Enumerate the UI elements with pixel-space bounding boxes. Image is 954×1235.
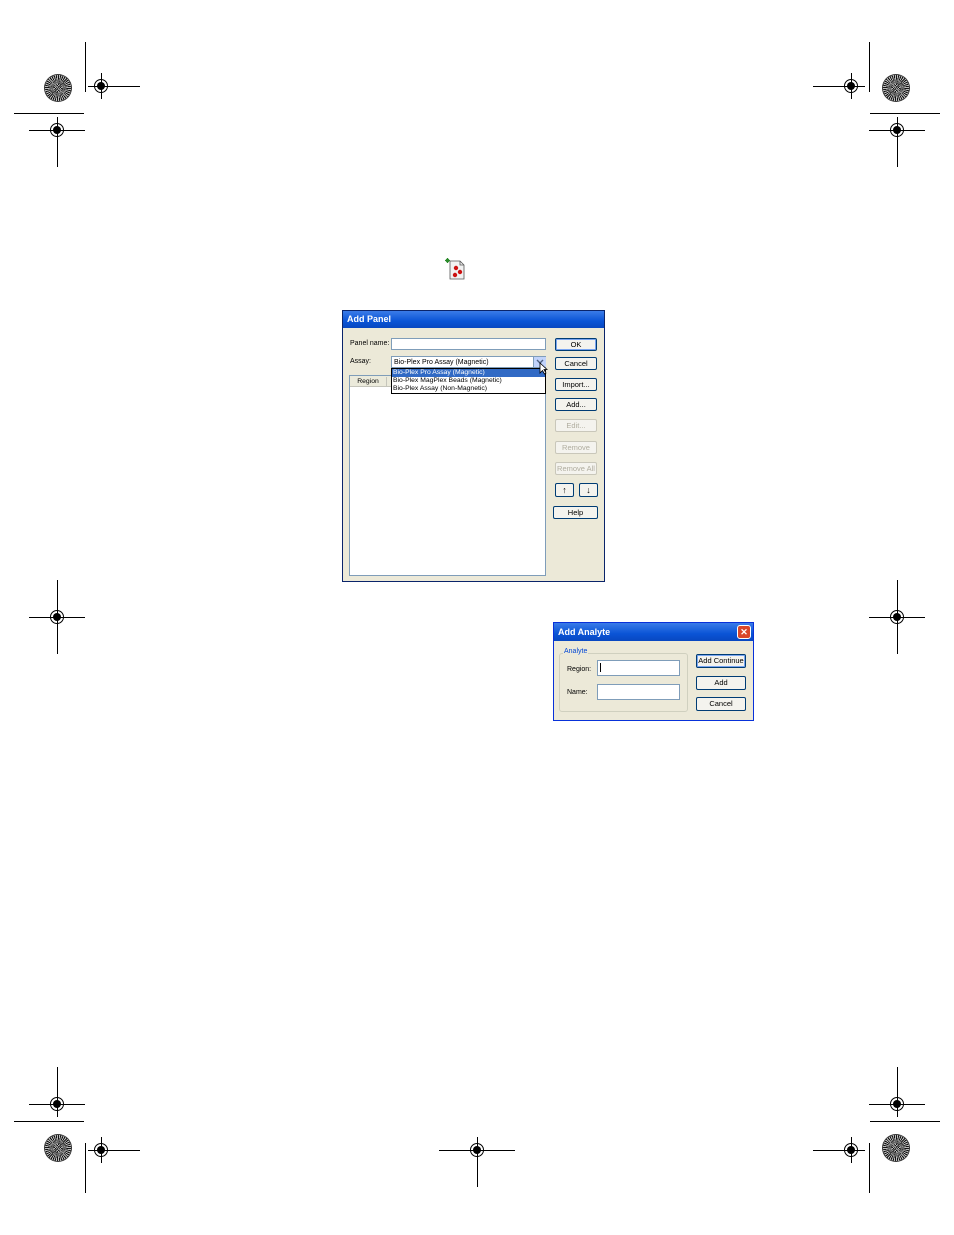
registration-star-icon	[883, 75, 909, 101]
column-header-region[interactable]: Region	[350, 377, 387, 387]
arrow-down-icon: ↓	[586, 485, 591, 495]
add-continue-button[interactable]: Add Continue	[696, 654, 746, 668]
assay-option[interactable]: Bio-Plex Pro Assay (Magnetic)	[392, 369, 545, 377]
registration-star-icon	[45, 1135, 71, 1161]
help-button[interactable]: Help	[553, 506, 598, 519]
cancel-button[interactable]: Cancel	[555, 357, 597, 370]
name-input[interactable]	[597, 684, 680, 700]
registration-star-icon	[883, 1135, 909, 1161]
assay-option[interactable]: Bio-Plex Assay (Non-Magnetic)	[392, 385, 545, 393]
close-button[interactable]: ✕	[737, 625, 751, 639]
analyte-group-label: Analyte	[563, 648, 589, 655]
region-label: Region:	[567, 666, 592, 673]
import-button[interactable]: Import...	[555, 378, 597, 391]
panel-name-label: Panel name:	[350, 340, 390, 347]
mouse-cursor-icon	[539, 362, 549, 377]
ok-button[interactable]: OK	[555, 338, 597, 351]
assay-option[interactable]: Bio-Plex MagPlex Beads (Magnetic)	[392, 377, 545, 385]
dialog-title: Add Panel	[343, 311, 604, 328]
panel-name-input[interactable]	[391, 338, 546, 350]
cancel-button[interactable]: Cancel	[696, 697, 746, 711]
dialog-title: Add Analyte	[554, 623, 753, 641]
add-button[interactable]: Add	[696, 676, 746, 690]
add-analyte-dialog: Add Analyte ✕ Analyte Region: Name: Add …	[553, 622, 754, 721]
assay-dropdown-list[interactable]: Bio-Plex Pro Assay (Magnetic) Bio-Plex M…	[391, 368, 546, 394]
text-cursor	[600, 663, 601, 672]
close-icon: ✕	[740, 627, 748, 637]
assay-label: Assay:	[350, 358, 372, 365]
registration-star-icon	[45, 75, 71, 101]
edit-button[interactable]: Edit...	[555, 419, 597, 432]
add-panel-icon[interactable]	[444, 257, 466, 281]
assay-selected-value: Bio-Plex Pro Assay (Magnetic)	[394, 359, 489, 366]
add-panel-dialog: Add Panel Panel name: Assay: Bio-Plex Pr…	[342, 310, 605, 582]
arrow-up-icon: ↑	[562, 485, 567, 495]
remove-all-button[interactable]: Remove All	[555, 462, 597, 475]
region-input[interactable]	[597, 660, 680, 676]
assay-select[interactable]: Bio-Plex Pro Assay (Magnetic)	[391, 356, 546, 368]
analyte-list[interactable]: Region	[349, 375, 546, 576]
name-label: Name:	[567, 689, 588, 696]
add-button[interactable]: Add...	[555, 398, 597, 411]
remove-button[interactable]: Remove	[555, 441, 597, 454]
move-down-button[interactable]: ↓	[579, 483, 598, 497]
move-up-button[interactable]: ↑	[555, 483, 574, 497]
